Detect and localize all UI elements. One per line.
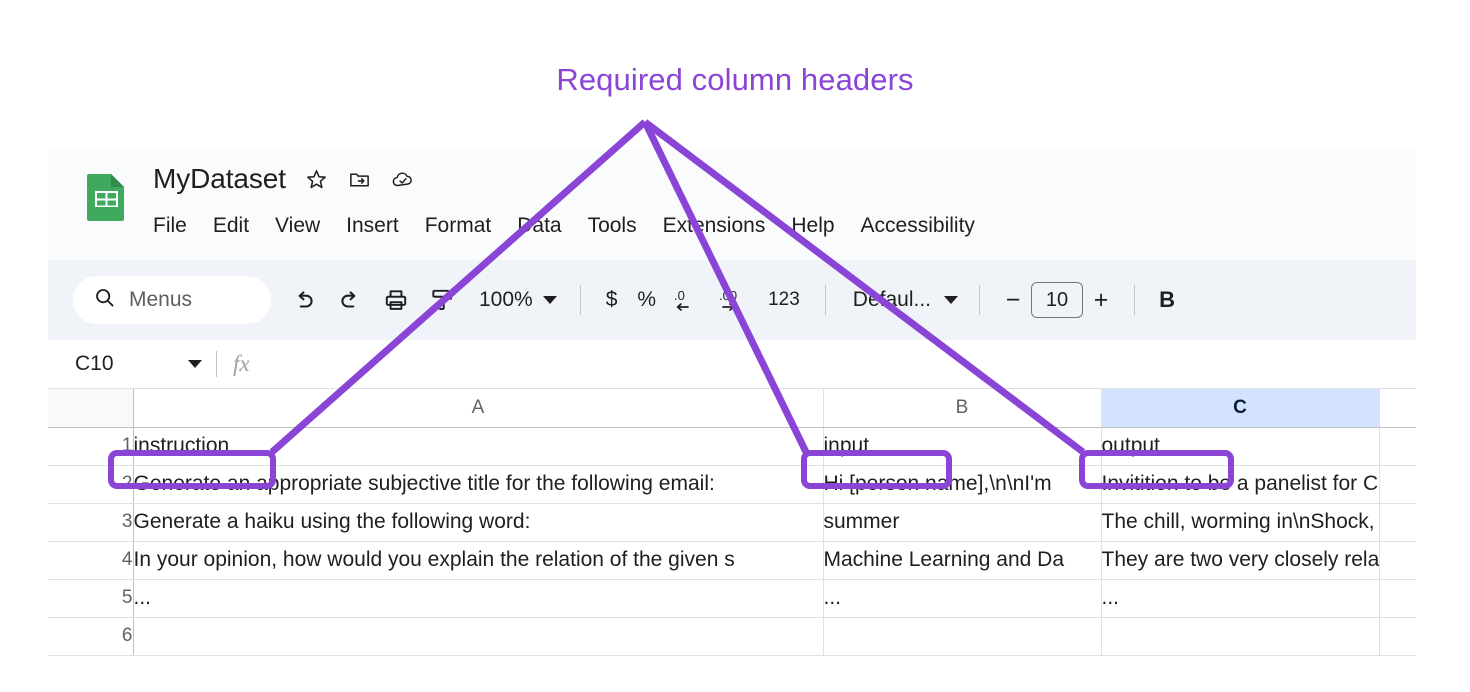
row-header-3[interactable]: 3 [48,503,134,542]
callout-box-input [801,450,952,489]
bold-button[interactable]: B [1150,287,1184,313]
table-row: 3 Generate a haiku using the following w… [48,503,1416,542]
paint-format-icon[interactable] [419,277,465,323]
menu-item-help[interactable]: Help [778,212,847,240]
formula-input[interactable] [250,347,1416,381]
zoom-level-value: 100% [479,288,533,311]
chevron-down-icon [542,296,557,304]
font-size-input[interactable]: 10 [1031,282,1084,318]
fx-icon: fx [233,351,250,376]
menu-item-extensions[interactable]: Extensions [650,212,779,240]
format-currency-button[interactable]: $ [596,288,628,312]
move-to-folder-icon[interactable] [348,167,372,191]
cell-b4[interactable]: Machine Learning and Da [823,541,1102,580]
column-header-a[interactable]: A [133,389,824,428]
search-menus-input[interactable]: Menus [73,276,271,324]
cell-a3[interactable]: Generate a haiku using the following wor… [133,503,824,542]
row-header-4[interactable]: 4 [48,541,134,580]
search-icon [93,286,116,314]
svg-text:.0: .0 [674,288,685,303]
undo-icon[interactable] [281,277,327,323]
print-icon[interactable] [373,277,419,323]
cell-c5[interactable]: ... [1101,579,1380,618]
row-header-5[interactable]: 5 [48,579,134,618]
format-percent-button[interactable]: % [627,288,666,312]
cell-b5[interactable]: ... [823,579,1102,618]
cell-a6[interactable] [133,617,824,656]
decrease-decimal-icon[interactable]: .0 [666,277,712,323]
row-header-6[interactable]: 6 [48,617,134,656]
more-formats-button[interactable]: 123 [758,289,810,311]
menu-item-format[interactable]: Format [412,212,505,240]
chevron-down-icon-font [944,296,959,304]
google-sheets-icon [81,171,132,222]
cell-c6[interactable] [1101,617,1380,656]
menu-item-tools[interactable]: Tools [575,212,650,240]
formula-bar-divider [216,351,217,377]
table-row: 5 ... ... ... [48,579,1416,618]
menu-item-view[interactable]: View [262,212,333,240]
cloud-saved-icon[interactable] [391,167,415,191]
star-icon[interactable] [305,167,329,191]
toolbar: Menus 100% $ % .0 .00 123 Defaul... − 10… [48,260,1416,340]
chevron-down-icon-namebox [188,360,202,368]
redo-icon[interactable] [327,277,373,323]
font-family-value: Defaul... [852,288,932,311]
cell-d3[interactable] [1379,503,1416,542]
annotation-title: Required column headers [556,62,914,97]
toolbar-divider-3 [979,285,981,315]
toolbar-divider-4 [1134,285,1136,315]
cell-d6[interactable] [1379,617,1416,656]
search-menus-label: Menus [129,288,193,311]
cell-d1[interactable] [1379,427,1416,466]
toolbar-divider [579,285,581,315]
svg-text:.00: .00 [719,288,737,303]
menu-item-data[interactable]: Data [504,212,574,240]
font-family-dropdown[interactable]: Defaul... [841,288,964,312]
column-header-d[interactable] [1379,389,1416,428]
callout-box-output [1079,450,1234,489]
column-header-row: A B C [48,389,1416,428]
menu-item-accessibility[interactable]: Accessibility [848,212,988,240]
table-row: 6 [48,617,1416,656]
cell-b3[interactable]: summer [823,503,1102,542]
callout-box-instruction [108,450,276,489]
document-title-row: MyDataset [153,163,415,195]
cell-c4[interactable]: They are two very closely rela [1101,541,1380,580]
cell-a4[interactable]: In your opinion, how would you explain t… [133,541,824,580]
cell-d2[interactable] [1379,465,1416,504]
grid-table: A B C 1 instruction input output 2 Gener… [48,389,1416,656]
zoom-level-dropdown[interactable]: 100% [465,288,565,312]
increase-decimal-icon[interactable]: .00 [712,277,758,323]
cell-d5[interactable] [1379,579,1416,618]
cell-a5[interactable]: ... [133,579,824,618]
cell-c3[interactable]: The chill, worming in\nShock, [1101,503,1380,542]
document-title[interactable]: MyDataset [153,163,286,195]
formula-bar: C10 fx [48,340,1416,389]
cell-d4[interactable] [1379,541,1416,580]
table-row: 4 In your opinion, how would you explain… [48,541,1416,580]
menu-item-edit[interactable]: Edit [200,212,262,240]
name-box-value: C10 [75,352,114,375]
menu-bar: File Edit View Insert Format Data Tools … [153,212,988,240]
google-sheets-window: MyDataset File Edit View Insert Format D… [48,150,1416,665]
cell-b6[interactable] [823,617,1102,656]
increase-font-size-button[interactable]: + [1083,286,1119,315]
menu-item-insert[interactable]: Insert [333,212,412,240]
decrease-font-size-button[interactable]: − [995,286,1031,315]
menu-item-file[interactable]: File [153,212,200,240]
toolbar-divider-2 [824,285,826,315]
select-all-corner[interactable] [48,389,134,428]
column-header-b[interactable]: B [823,389,1102,428]
name-box[interactable]: C10 [62,347,212,381]
spreadsheet-grid: A B C 1 instruction input output 2 Gener… [48,389,1416,665]
column-header-c[interactable]: C [1101,389,1380,428]
sheets-header: MyDataset File Edit View Insert Format D… [48,150,1416,260]
